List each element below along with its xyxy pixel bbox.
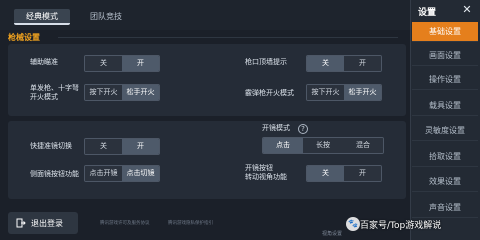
- section-divider: [58, 37, 398, 38]
- side-scope-toggle: 点击开镜 点击切镜: [84, 165, 160, 182]
- fire-mode-toggle: 按下开火 松手开火: [84, 84, 160, 101]
- paw-icon: 🐾: [346, 217, 360, 231]
- scope-settings-panel: [8, 121, 406, 199]
- fire-mode-label-line1: 单发枪、十字弩: [30, 84, 79, 92]
- muzzle-tip-label: 枪口顶墙提示: [245, 58, 287, 66]
- sidebar-item-pickup[interactable]: 拾取设置: [412, 147, 478, 167]
- quick-scope-on-button[interactable]: 开: [122, 139, 159, 154]
- burst-mode-label: 霰弹枪开火模式: [245, 89, 294, 97]
- quick-scope-toggle: 关 开: [84, 138, 160, 155]
- side-scope-switch-button[interactable]: 点击切镜: [122, 166, 159, 181]
- tab-team-deathmatch[interactable]: 团队竞技: [78, 9, 134, 25]
- scope-view-toggle: 关 开: [306, 165, 382, 182]
- assist-aim-off-button[interactable]: 关: [85, 56, 122, 71]
- scope-mode-hold-button[interactable]: 长按: [303, 138, 343, 153]
- footer-link-privacy[interactable]: 腾讯游戏隐私保护指引: [168, 220, 213, 226]
- sidebar-item-sound[interactable]: 声音设置: [412, 198, 478, 218]
- scope-mode-label: 开镜模式: [262, 124, 290, 132]
- help-icon[interactable]: ?: [298, 124, 308, 134]
- close-icon[interactable]: ✕: [461, 4, 473, 16]
- logout-button[interactable]: 退出登录: [8, 212, 78, 234]
- burst-mode-press-button[interactable]: 按下开火: [307, 85, 344, 100]
- fire-mode-press-button[interactable]: 按下开火: [85, 85, 122, 100]
- view-settings-label: 视角设置: [322, 231, 343, 237]
- fire-mode-label-line2: 开火模式: [30, 93, 58, 101]
- sidebar-item-sensitivity[interactable]: 灵敏度设置: [412, 121, 478, 141]
- scope-view-label-line2: 转动视角功能: [245, 173, 287, 181]
- muzzle-tip-on-button[interactable]: 开: [344, 56, 381, 71]
- sidebar-title: 设置: [418, 8, 437, 18]
- sidebar-item-controls[interactable]: 操作设置: [412, 70, 478, 90]
- scope-mode-toggle: 点击 长按 混合: [262, 137, 384, 154]
- logout-label: 退出登录: [31, 218, 63, 228]
- scope-mode-mixed-button[interactable]: 混合: [343, 138, 383, 153]
- muzzle-tip-toggle: 关 开: [306, 55, 382, 72]
- fire-mode-release-button[interactable]: 松手开火: [122, 85, 159, 100]
- side-scope-label: 侧面镜按钮功能: [30, 170, 79, 178]
- assist-aim-label: 辅助瞄准: [30, 58, 58, 66]
- scope-view-on-button[interactable]: 开: [344, 166, 381, 181]
- sidebar-item-basic[interactable]: 基础设置: [412, 22, 478, 42]
- section-title: 枪械设置: [8, 33, 40, 42]
- logout-icon: [16, 218, 26, 228]
- side-scope-open-button[interactable]: 点击开镜: [85, 166, 122, 181]
- burst-mode-toggle: 按下开火 松手开火: [306, 84, 382, 101]
- tab-classic-mode[interactable]: 经典模式: [14, 9, 70, 25]
- sidebar-item-graphics[interactable]: 画面设置: [412, 46, 478, 66]
- sidebar-item-vehicle[interactable]: 载具设置: [412, 96, 478, 116]
- quick-scope-label: 快捷准镜切换: [30, 142, 72, 150]
- scope-view-off-button[interactable]: 关: [307, 166, 344, 181]
- muzzle-tip-off-button[interactable]: 关: [307, 56, 344, 71]
- watermark-text: 百家号/Top游戏解说: [360, 221, 442, 231]
- scope-view-label-line1: 开镜按钮: [245, 164, 273, 172]
- quick-scope-off-button[interactable]: 关: [85, 139, 122, 154]
- assist-aim-on-button[interactable]: 开: [122, 56, 159, 71]
- scope-mode-tap-button[interactable]: 点击: [263, 138, 303, 153]
- assist-aim-toggle: 关 开: [84, 55, 160, 72]
- burst-mode-release-button[interactable]: 松手开火: [344, 85, 381, 100]
- sidebar-item-effects[interactable]: 效果设置: [412, 172, 478, 192]
- footer-link-license[interactable]: 腾讯游戏许可及服务协议: [100, 220, 150, 226]
